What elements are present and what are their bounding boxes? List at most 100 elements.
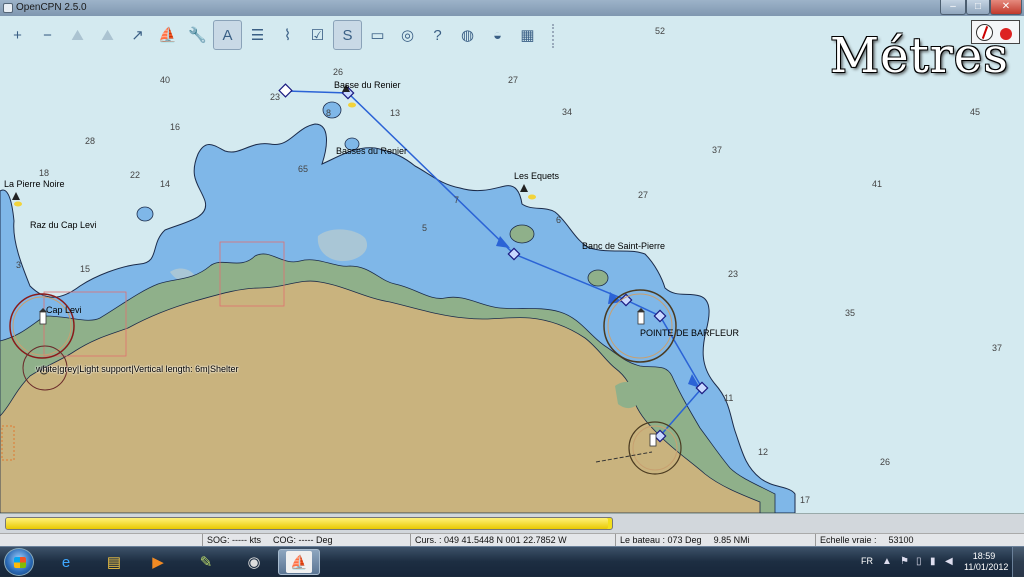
opencpn-icon: ⛵ [286,551,312,573]
scale-out-icon: ⛰ [101,26,114,44]
plugin-dashboard-button[interactable]: ▦ [513,20,542,50]
svg-text:18: 18 [39,168,49,178]
chart-outlines-button[interactable]: S [333,20,362,50]
show-hidden-icons-icon[interactable]: ▲ [882,556,892,567]
window-title: OpenCPN 2.5.0 [16,2,87,13]
settings-button[interactable]: 🔧 [183,20,212,50]
start-button[interactable] [4,548,34,576]
route-icon: ↗ [131,27,144,44]
taskbar-app[interactable]: ✎ [186,549,226,575]
svg-text:17: 17 [800,495,810,505]
svg-text:35: 35 [845,308,855,318]
text-icon: A [222,26,233,44]
plugin-grib-button[interactable]: ◍ [453,20,482,50]
clock[interactable]: 18:59 11/01/2012 [964,551,1009,573]
compass-icon[interactable] [976,24,993,41]
battery-icon[interactable]: ▯ [916,556,922,567]
internet-explorer-icon: e [61,553,71,571]
taskbar-media-player[interactable]: ▶ [138,549,178,575]
svg-text:6: 6 [556,215,561,225]
disc-icon: ◉ [247,554,261,571]
svg-text:16: 16 [170,122,180,132]
windows-logo-icon [14,557,26,568]
app-icon: ✎ [199,554,213,571]
maximize-button[interactable]: □ [966,0,990,15]
text-button[interactable]: A [213,20,242,50]
place-label: Banc de Saint-Pierre [582,241,665,251]
svg-text:12: 12 [758,447,768,457]
volume-icon[interactable]: ◀ [945,556,953,567]
minimize-button[interactable]: – [940,0,966,15]
toolbar-grip[interactable] [552,24,556,48]
svg-text:14: 14 [160,179,170,189]
clock-date: 11/01/2012 [964,562,1009,572]
svg-text:15: 15 [80,264,90,274]
help-button[interactable]: ? [423,20,452,50]
scale-in-button[interactable]: ⛰ [63,20,92,50]
clock-time: 18:59 [972,551,996,561]
zoom-in-button[interactable]: + [3,20,32,50]
language-indicator[interactable]: FR [861,556,873,566]
route-manager-icon: ☰ [250,27,265,44]
progress-area [0,513,1024,533]
taskbar-file-explorer[interactable]: ▤ [94,549,134,575]
help-icon: ? [433,26,442,44]
svg-text:26: 26 [880,457,890,467]
lighthouse-icon[interactable] [649,433,657,447]
currents-icon: ☑ [310,27,325,44]
auto-follow-button[interactable]: ⛵ [153,20,182,50]
color-scheme-button[interactable]: ▭ [363,20,392,50]
chart-canvas[interactable]: Basse du Renier Basses du Renier La Pier… [0,16,1024,513]
tides-button[interactable]: ⌇ [273,20,302,50]
taskbar-opencpn[interactable]: ⛵ [278,549,320,575]
compass-widget[interactable] [971,20,1020,44]
place-label: Raz du Cap Levi [30,220,97,230]
app-icon [3,3,13,13]
network-icon[interactable]: ▮ [930,556,936,567]
svg-text:27: 27 [638,190,648,200]
currents-button[interactable]: ☑ [303,20,332,50]
svg-text:11: 11 [724,393,733,403]
svg-text:8: 8 [326,108,331,118]
place-label: POINTE DE BARFLEUR [640,328,740,338]
status-scale-label: Echelle vraie : [820,535,877,545]
object-info-text: white|grey|Light support|Vertical length… [36,364,239,374]
svg-text:7: 7 [454,195,459,205]
status-sog: SOG: ----- kts [207,535,261,545]
plugin-world-button[interactable]: ◒ [483,20,512,50]
nautical-chart[interactable]: Basse du Renier Basses du Renier La Pier… [0,16,1024,513]
system-tray: FR ▲ ⚑ ▯ ▮ ◀ 18:59 11/01/2012 [852,547,1024,577]
status-bar: SOG: ----- kts COG: ----- Deg Curs. : 049… [0,533,1024,547]
route-manager-button[interactable]: ☰ [243,20,272,50]
tides-icon: ⌇ [283,27,292,44]
island [587,269,609,287]
place-label: Basse du Renier [334,80,401,90]
route-button[interactable]: ↗ [123,20,152,50]
taskbar-app[interactable]: ◉ [234,549,274,575]
folder-icon: ▤ [106,554,122,571]
status-distance: 9.85 NMi [713,535,750,545]
zoom-out-button[interactable]: − [33,20,62,50]
plugin-world-icon: ◒ [492,26,503,44]
shoal-patch [136,206,154,222]
status-bearing-label: Le bateau : 073 Deg [620,535,702,545]
close-button[interactable]: ✕ [990,0,1022,15]
svg-text:28: 28 [85,136,95,146]
plugin-dashboard-icon: ▦ [520,27,535,44]
place-label: Les Equets [514,171,560,181]
flag-icon[interactable]: ⚑ [900,556,909,567]
svg-text:37: 37 [712,145,722,155]
zoom-out-icon: − [43,26,52,44]
scale-in-icon: ⛰ [71,26,84,44]
media-player-icon: ▶ [152,554,164,571]
man-overboard-button[interactable]: ◎ [393,20,422,50]
svg-text:23: 23 [728,269,738,279]
taskbar-internet-explorer[interactable]: e [46,549,86,575]
svg-text:27: 27 [508,75,518,85]
scale-out-button[interactable]: ⛰ [93,20,122,50]
man-overboard-icon: ◎ [400,27,415,44]
svg-text:40: 40 [160,75,170,85]
show-desktop-button[interactable] [1012,547,1024,577]
svg-text:34: 34 [562,107,572,117]
plugin-grib-icon: ◍ [460,27,475,44]
